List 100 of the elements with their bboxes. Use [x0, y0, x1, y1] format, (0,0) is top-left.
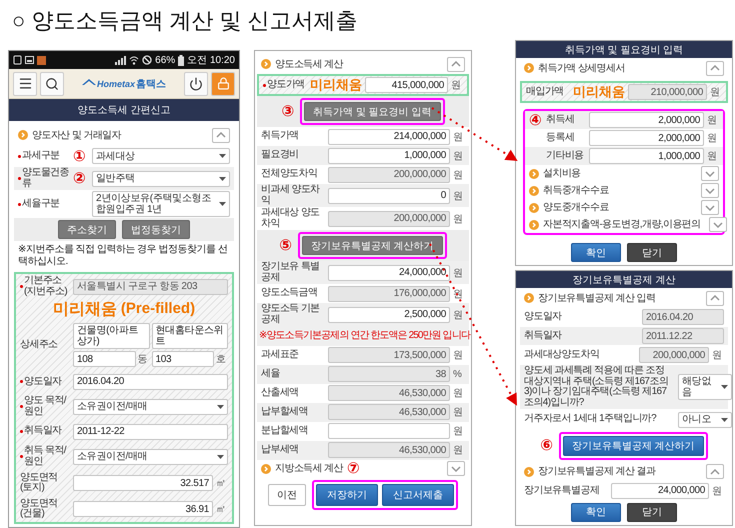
section-title: 양도소득세 계산: [275, 58, 343, 70]
select-field[interactable]: 2년이상보유(주택및소형조합원입주권 1년: [92, 191, 230, 217]
input-field[interactable]: 2016.04.20: [73, 374, 228, 390]
field-label: 취득가액: [261, 131, 299, 142]
input-field[interactable]: 108: [73, 351, 136, 368]
input-field[interactable]: 176,000,000: [328, 286, 450, 302]
unit-label: 원: [453, 212, 464, 226]
unit-label: 원: [453, 349, 464, 362]
field-label: 세율구분: [22, 198, 60, 210]
input-field[interactable]: 2016.04.20: [642, 309, 724, 326]
field-label: 양도일자: [24, 376, 62, 388]
collapse-toggle[interactable]: [706, 290, 724, 306]
collapse-toggle[interactable]: [708, 217, 726, 232]
collapse-toggle[interactable]: [447, 56, 465, 72]
input-field[interactable]: 1,000,000: [328, 148, 450, 164]
input-field[interactable]: 2011.12.22: [642, 328, 724, 344]
input-field[interactable]: 36.91: [73, 501, 213, 518]
input-field[interactable]: 2,500,000: [328, 306, 450, 322]
app-icon: [37, 56, 46, 64]
dialog-button[interactable]: 확인: [571, 243, 621, 262]
input-field[interactable]: 200,000,000: [328, 166, 450, 182]
field-label: 과세표준: [261, 350, 299, 360]
step-number: ④: [529, 112, 542, 128]
logout-button[interactable]: [184, 72, 208, 96]
select-field[interactable]: 해당없음: [678, 374, 732, 400]
search-button[interactable]: [40, 72, 64, 96]
find-button[interactable]: 주소찾기: [58, 220, 116, 239]
input-field[interactable]: 38: [328, 366, 450, 382]
input-field[interactable]: 46,530,000: [328, 385, 450, 401]
unit-label: 원: [712, 349, 723, 362]
input-field[interactable]: 24,000,000: [611, 482, 709, 499]
field-label: 양도가액: [267, 80, 305, 90]
action-button[interactable]: 취득가액 및 필요경비 입력: [304, 102, 441, 121]
logo-text: Hometax: [96, 78, 135, 88]
find-button[interactable]: 법정동찾기: [122, 220, 190, 239]
select-field[interactable]: 과세대상: [92, 148, 230, 164]
collapse-toggle[interactable]: [701, 166, 719, 181]
menu-button[interactable]: [13, 72, 37, 96]
caret-icon: [721, 385, 728, 390]
input-field[interactable]: 210,000,000: [628, 84, 707, 100]
section-title: 지방소득세 계산: [275, 463, 343, 474]
input-field[interactable]: 건물명(아파트 상가): [73, 323, 150, 350]
input-field[interactable]: [328, 423, 450, 439]
logo-text: 홈택스: [136, 78, 166, 90]
input-field[interactable]: 32.517: [73, 475, 213, 492]
select-field[interactable]: 소유권이전/매매: [73, 398, 228, 415]
unit-label: 원: [453, 387, 464, 400]
action-button[interactable]: 이전: [268, 484, 306, 506]
input-field[interactable]: 200,000,000: [328, 210, 450, 226]
action-button[interactable]: 장기보유특별공제 계산하기: [562, 436, 704, 456]
input-field[interactable]: 0: [328, 188, 450, 204]
input-field[interactable]: 2011-12-22: [73, 424, 228, 440]
field-label: 과세대상양도차익: [524, 350, 600, 361]
action-button[interactable]: 신고서제출: [382, 484, 454, 506]
field-label: 장기보유 특별공제: [261, 262, 321, 283]
input-field[interactable]: 200,000,000: [639, 347, 709, 364]
field-label: 납부할세액: [261, 406, 308, 418]
collapse-toggle[interactable]: [212, 128, 230, 142]
input-field[interactable]: 173,500,000: [328, 347, 450, 363]
action-button[interactable]: 저장하기: [316, 484, 378, 506]
dialog-button[interactable]: 닫기: [627, 243, 677, 262]
input-field[interactable]: 24,000,000: [328, 264, 450, 280]
section-title: 설치비용: [543, 168, 581, 179]
field-label: 양도물건종류: [22, 168, 70, 189]
input-field[interactable]: 2,000,000: [589, 112, 704, 128]
section-title: 양도자산 및 거래일자: [32, 130, 121, 140]
caret-icon: [721, 418, 728, 422]
field-label: 매입가액: [526, 86, 564, 98]
collapse-toggle[interactable]: [706, 464, 724, 480]
select-field[interactable]: 소유권이전/매매: [73, 448, 228, 465]
field-label: 분납할세액: [261, 426, 308, 436]
chevron-up-icon: [710, 468, 720, 475]
image-icon: [25, 56, 34, 64]
dialog-button[interactable]: 확인: [571, 502, 621, 522]
dialog-title: 취득가액 및 필요경비 입력: [516, 41, 732, 58]
action-button[interactable]: 장기보유특별공제 계산하기: [302, 236, 443, 255]
input-field[interactable]: 2,000,000: [589, 130, 704, 146]
collapse-toggle[interactable]: [447, 461, 465, 476]
unit-label: 원: [453, 190, 464, 202]
select-field[interactable]: 아니오: [678, 412, 732, 428]
input-field[interactable]: 1,000,000: [589, 148, 704, 164]
unit-label: ㎡: [216, 503, 227, 516]
input-field[interactable]: 서울특별시 구로구 항동 203: [73, 278, 228, 294]
signal-icon: [115, 56, 126, 64]
bullet-icon: [524, 293, 534, 303]
bullet-icon: [529, 220, 539, 230]
input-field[interactable]: 103: [152, 351, 214, 368]
field-label: 양도소득금액: [261, 288, 318, 299]
input-field[interactable]: 46,530,000: [328, 404, 450, 420]
collapse-toggle[interactable]: [706, 60, 724, 76]
input-field[interactable]: 214,000,000: [328, 128, 450, 144]
select-field[interactable]: 일반주택: [92, 170, 230, 186]
dialog-button[interactable]: 닫기: [627, 502, 677, 522]
field-label: 양도세 과세특례 적용에 따른 조정대상지역내 주택(소득령 제167조의3)이나 장기임대주택(소득령 제167조의4)입니까?: [524, 366, 670, 408]
input-field[interactable]: 46,530,000: [328, 442, 450, 458]
collapse-toggle[interactable]: [701, 183, 719, 198]
collapse-toggle[interactable]: [701, 200, 719, 215]
field-label: 과세구분: [22, 150, 60, 162]
input-field[interactable]: 현대홈타운스위트: [152, 323, 228, 350]
input-field[interactable]: 415,000,000: [365, 77, 448, 93]
